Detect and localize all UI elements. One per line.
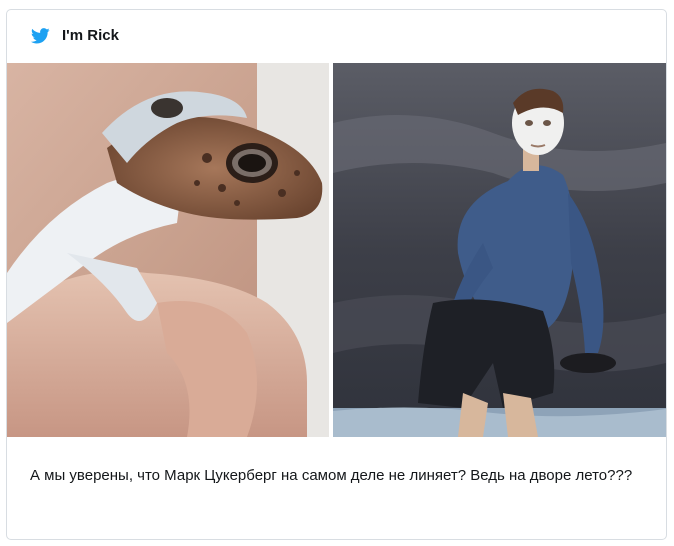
tweet-text: А мы уверены, что Марк Цукерберг на само… [30, 467, 633, 484]
tweet-header: I'm Rick [7, 10, 666, 63]
author-name[interactable]: I'm Rick [62, 27, 119, 44]
gecko-image[interactable] [7, 63, 329, 437]
tweet-media[interactable] [7, 63, 666, 437]
twitter-bird-icon [31, 28, 50, 44]
tweet-card: I'm Rick А мы уверены, что Марк Цукербер… [6, 9, 667, 540]
man-image[interactable] [333, 63, 666, 437]
